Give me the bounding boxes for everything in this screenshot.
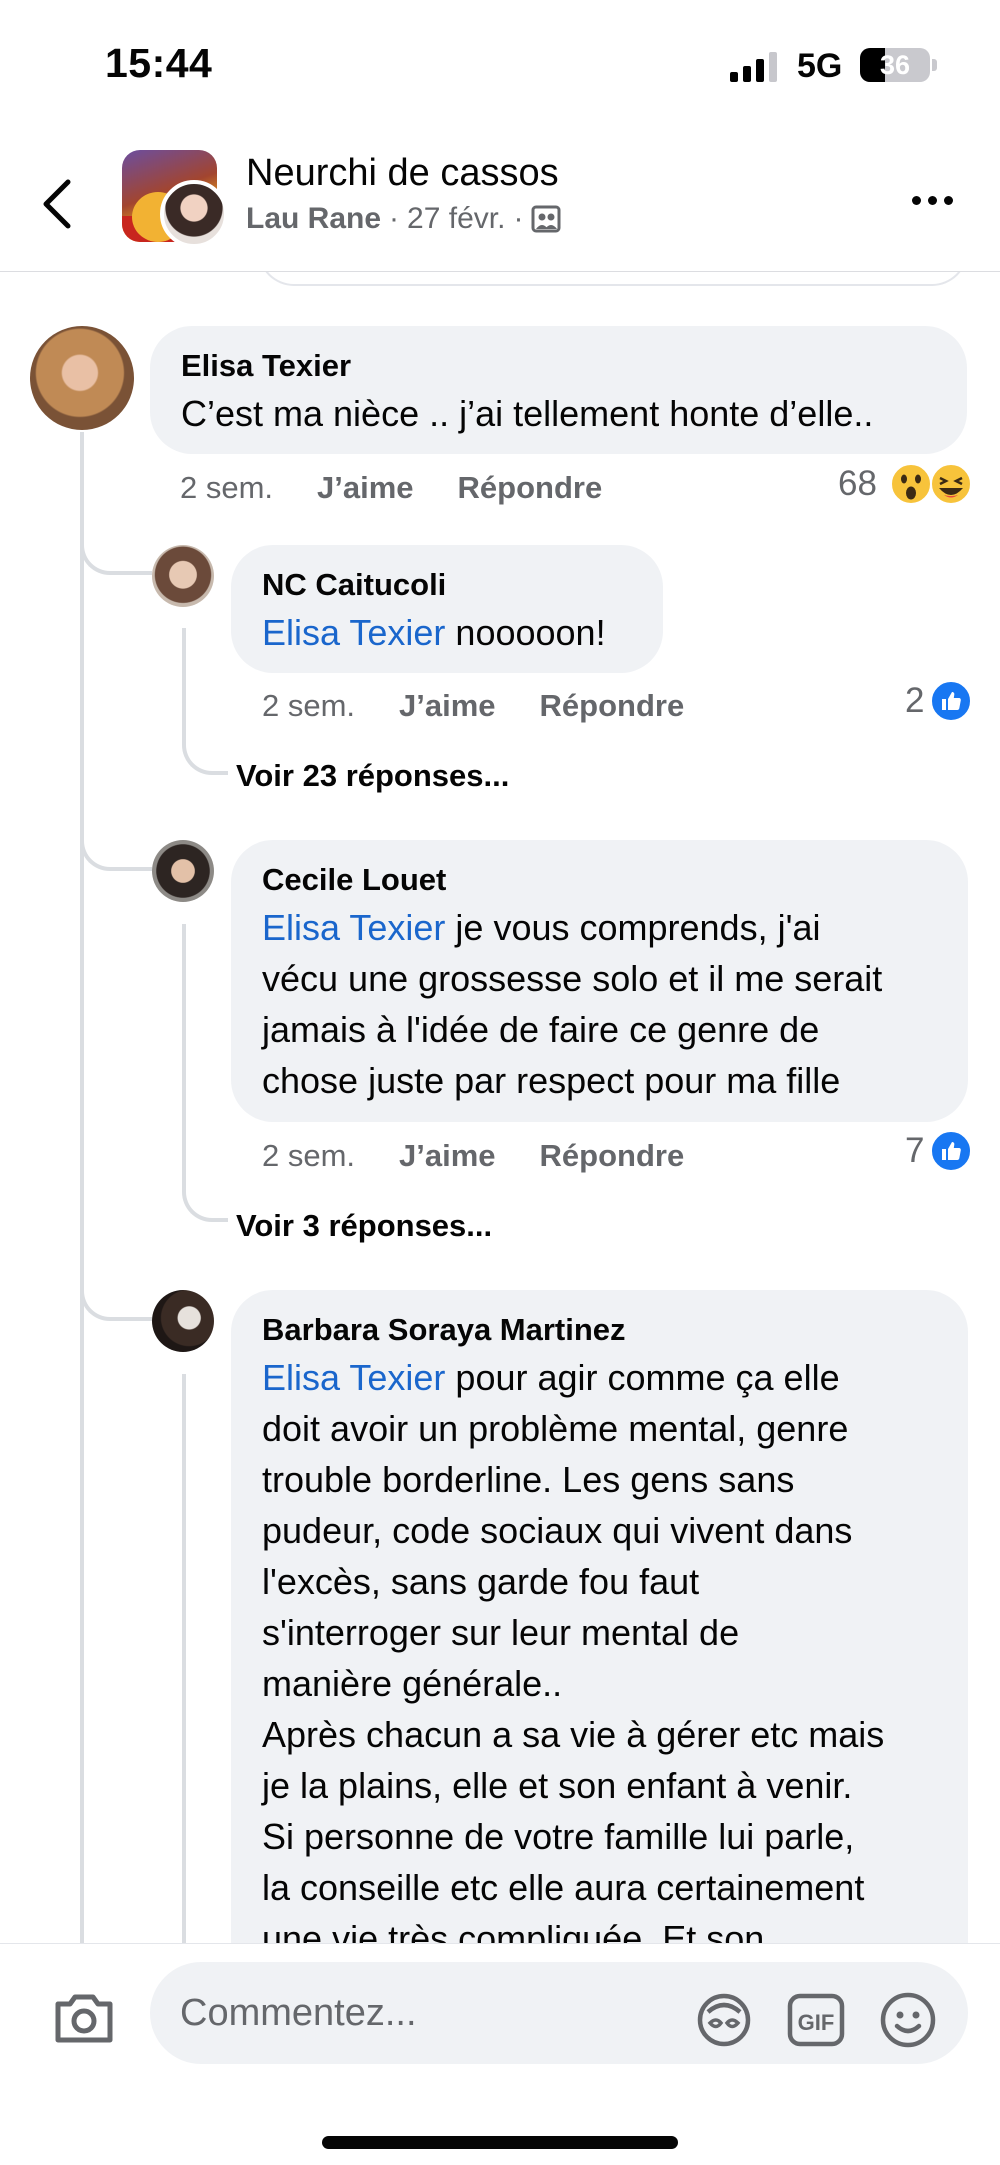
camera-icon: [55, 1994, 113, 2043]
reply-button[interactable]: Répondre: [540, 1138, 685, 1174]
thread-curve: [80, 1276, 152, 1321]
comment-bubble: NC Caitucoli Elisa Texier nooooon!: [231, 545, 663, 673]
view-more-replies[interactable]: Voir 23 réponses...: [236, 758, 509, 794]
comment-text-line: Si personne de votre famille lui parle,: [262, 1816, 855, 1857]
network-type: 5G: [797, 47, 843, 85]
more-icon: [912, 196, 921, 205]
camera-button[interactable]: [52, 1990, 116, 2046]
comment-bubble: Cecile Louet Elisa Texier je vous compre…: [231, 840, 968, 1122]
comment-time[interactable]: 2 sem.: [262, 1138, 355, 1174]
comment-text: C’est ma nièce .. j’ai tellement honte d…: [181, 393, 874, 434]
avatar[interactable]: [152, 1290, 214, 1352]
thread-line: [182, 628, 186, 728]
thread-curve: [182, 1172, 228, 1222]
thread-line: [182, 1374, 186, 1954]
mention-link[interactable]: Elisa Texier: [262, 1357, 445, 1398]
comment-composer: Commentez... GIF: [0, 1943, 1000, 2165]
gif-icon[interactable]: GIF: [786, 1990, 846, 2050]
home-indicator[interactable]: [322, 2136, 678, 2149]
comment-text-line: doit avoir un problème mental, genre: [262, 1408, 849, 1449]
more-button[interactable]: [912, 196, 953, 205]
comment-text-line: la conseille etc elle aura certainement: [262, 1867, 865, 1908]
reaction-summary[interactable]: 68: [838, 462, 973, 506]
comment-author[interactable]: Cecile Louet: [262, 862, 937, 898]
emoji-icon[interactable]: [878, 1990, 938, 2050]
reaction-count: 7: [905, 1131, 925, 1170]
reaction-count: 68: [838, 464, 877, 503]
members-icon: [531, 205, 561, 233]
comment-text-line: je la plains, elle et son enfant à venir…: [262, 1765, 853, 1806]
battery-level: 36: [879, 50, 911, 80]
post-date[interactable]: 27 févr.: [407, 202, 505, 236]
like-button[interactable]: J’aime: [317, 470, 414, 506]
comment-text-line: trouble borderline. Les gens sans: [262, 1459, 795, 1500]
meta-separator: ·: [513, 202, 524, 235]
comment-time[interactable]: 2 sem.: [180, 470, 273, 506]
comment-bubble: Elisa Texier C’est ma nièce .. j’ai tell…: [150, 326, 967, 454]
back-button[interactable]: [38, 176, 78, 232]
comment-text-line: vécu une grossesse solo et il me serait: [262, 958, 883, 999]
reply-button[interactable]: Répondre: [540, 688, 685, 724]
comment-text-line: l'excès, sans garde fou faut: [262, 1561, 700, 1602]
comment-author[interactable]: Elisa Texier: [181, 348, 936, 384]
meta-separator: ·: [389, 202, 400, 235]
post-header: Neurchi de cassos Lau Rane · 27 févr. ·: [0, 130, 1000, 272]
status-time: 15:44: [105, 40, 213, 86]
comment-actions: 2 sem. J’aime Répondre: [262, 688, 684, 724]
comment-text-line: Elisa Texier je vous comprends, j'ai: [262, 907, 821, 948]
like-reaction-icon: [930, 680, 973, 722]
comment-author[interactable]: Barbara Soraya Martinez: [262, 1312, 937, 1348]
group-name[interactable]: Neurchi de cassos: [246, 152, 559, 195]
thread-line: [182, 924, 186, 1174]
mention-link[interactable]: Elisa Texier: [262, 612, 445, 653]
comment-input[interactable]: Commentez... GIF: [150, 1962, 968, 2064]
reaction-summary[interactable]: 2: [905, 680, 973, 722]
svg-text:GIF: GIF: [798, 2010, 835, 2035]
like-reaction-icon: [930, 1130, 973, 1172]
comment-actions: 2 sem. J’aime Répondre: [180, 470, 602, 506]
like-button[interactable]: J’aime: [399, 1138, 496, 1174]
avatar[interactable]: [152, 545, 214, 607]
thread-curve: [80, 826, 152, 871]
reply-button[interactable]: Répondre: [458, 470, 603, 506]
comment-text-line: Elisa Texier pour agir comme ça elle: [262, 1357, 840, 1398]
signal-icon: [730, 52, 777, 82]
comment-text-line: s'interroger sur leur mental de: [262, 1612, 740, 1653]
post-meta: Lau Rane · 27 févr. ·: [246, 202, 561, 236]
avatar-sticker-icon[interactable]: [694, 1990, 754, 2050]
thread-line: [80, 432, 84, 1952]
comment-author[interactable]: NC Caitucoli: [262, 567, 632, 603]
thread-curve: [182, 725, 228, 775]
author-avatar[interactable]: [160, 180, 228, 248]
comment-time[interactable]: 2 sem.: [262, 688, 355, 724]
reaction-count: 2: [905, 681, 925, 720]
battery-icon: 36: [860, 48, 930, 82]
comment-text-line: pudeur, code sociaux qui vivent dans: [262, 1510, 853, 1551]
comment-text-line: chose juste par respect pour ma fille: [262, 1060, 841, 1101]
haha-icon: [929, 463, 972, 505]
chevron-left-icon: [43, 179, 71, 229]
avatar[interactable]: [152, 840, 214, 902]
avatar[interactable]: [30, 326, 134, 430]
comment-text: Elisa Texier nooooon!: [262, 612, 606, 653]
comment-bubble: Barbara Soraya Martinez Elisa Texier pou…: [231, 1290, 968, 2030]
wow-icon: [889, 463, 932, 505]
comment-text-line: jamais à l'idée de faire ce genre de: [262, 1009, 820, 1050]
post-author[interactable]: Lau Rane: [246, 202, 381, 236]
status-bar: 15:44 5G 36: [0, 0, 1000, 130]
mention-link[interactable]: Elisa Texier: [262, 907, 445, 948]
reaction-summary[interactable]: 7: [905, 1130, 973, 1172]
comment-text-line: manière générale..: [262, 1663, 563, 1704]
comment-text-line: Après chacun a sa vie à gérer etc mais: [262, 1714, 885, 1755]
comment-placeholder: Commentez...: [180, 1992, 417, 2034]
thread-curve: [80, 530, 152, 575]
comment-actions: 2 sem. J’aime Répondre: [262, 1138, 684, 1174]
view-more-replies[interactable]: Voir 3 réponses...: [236, 1208, 492, 1244]
like-button[interactable]: J’aime: [399, 688, 496, 724]
